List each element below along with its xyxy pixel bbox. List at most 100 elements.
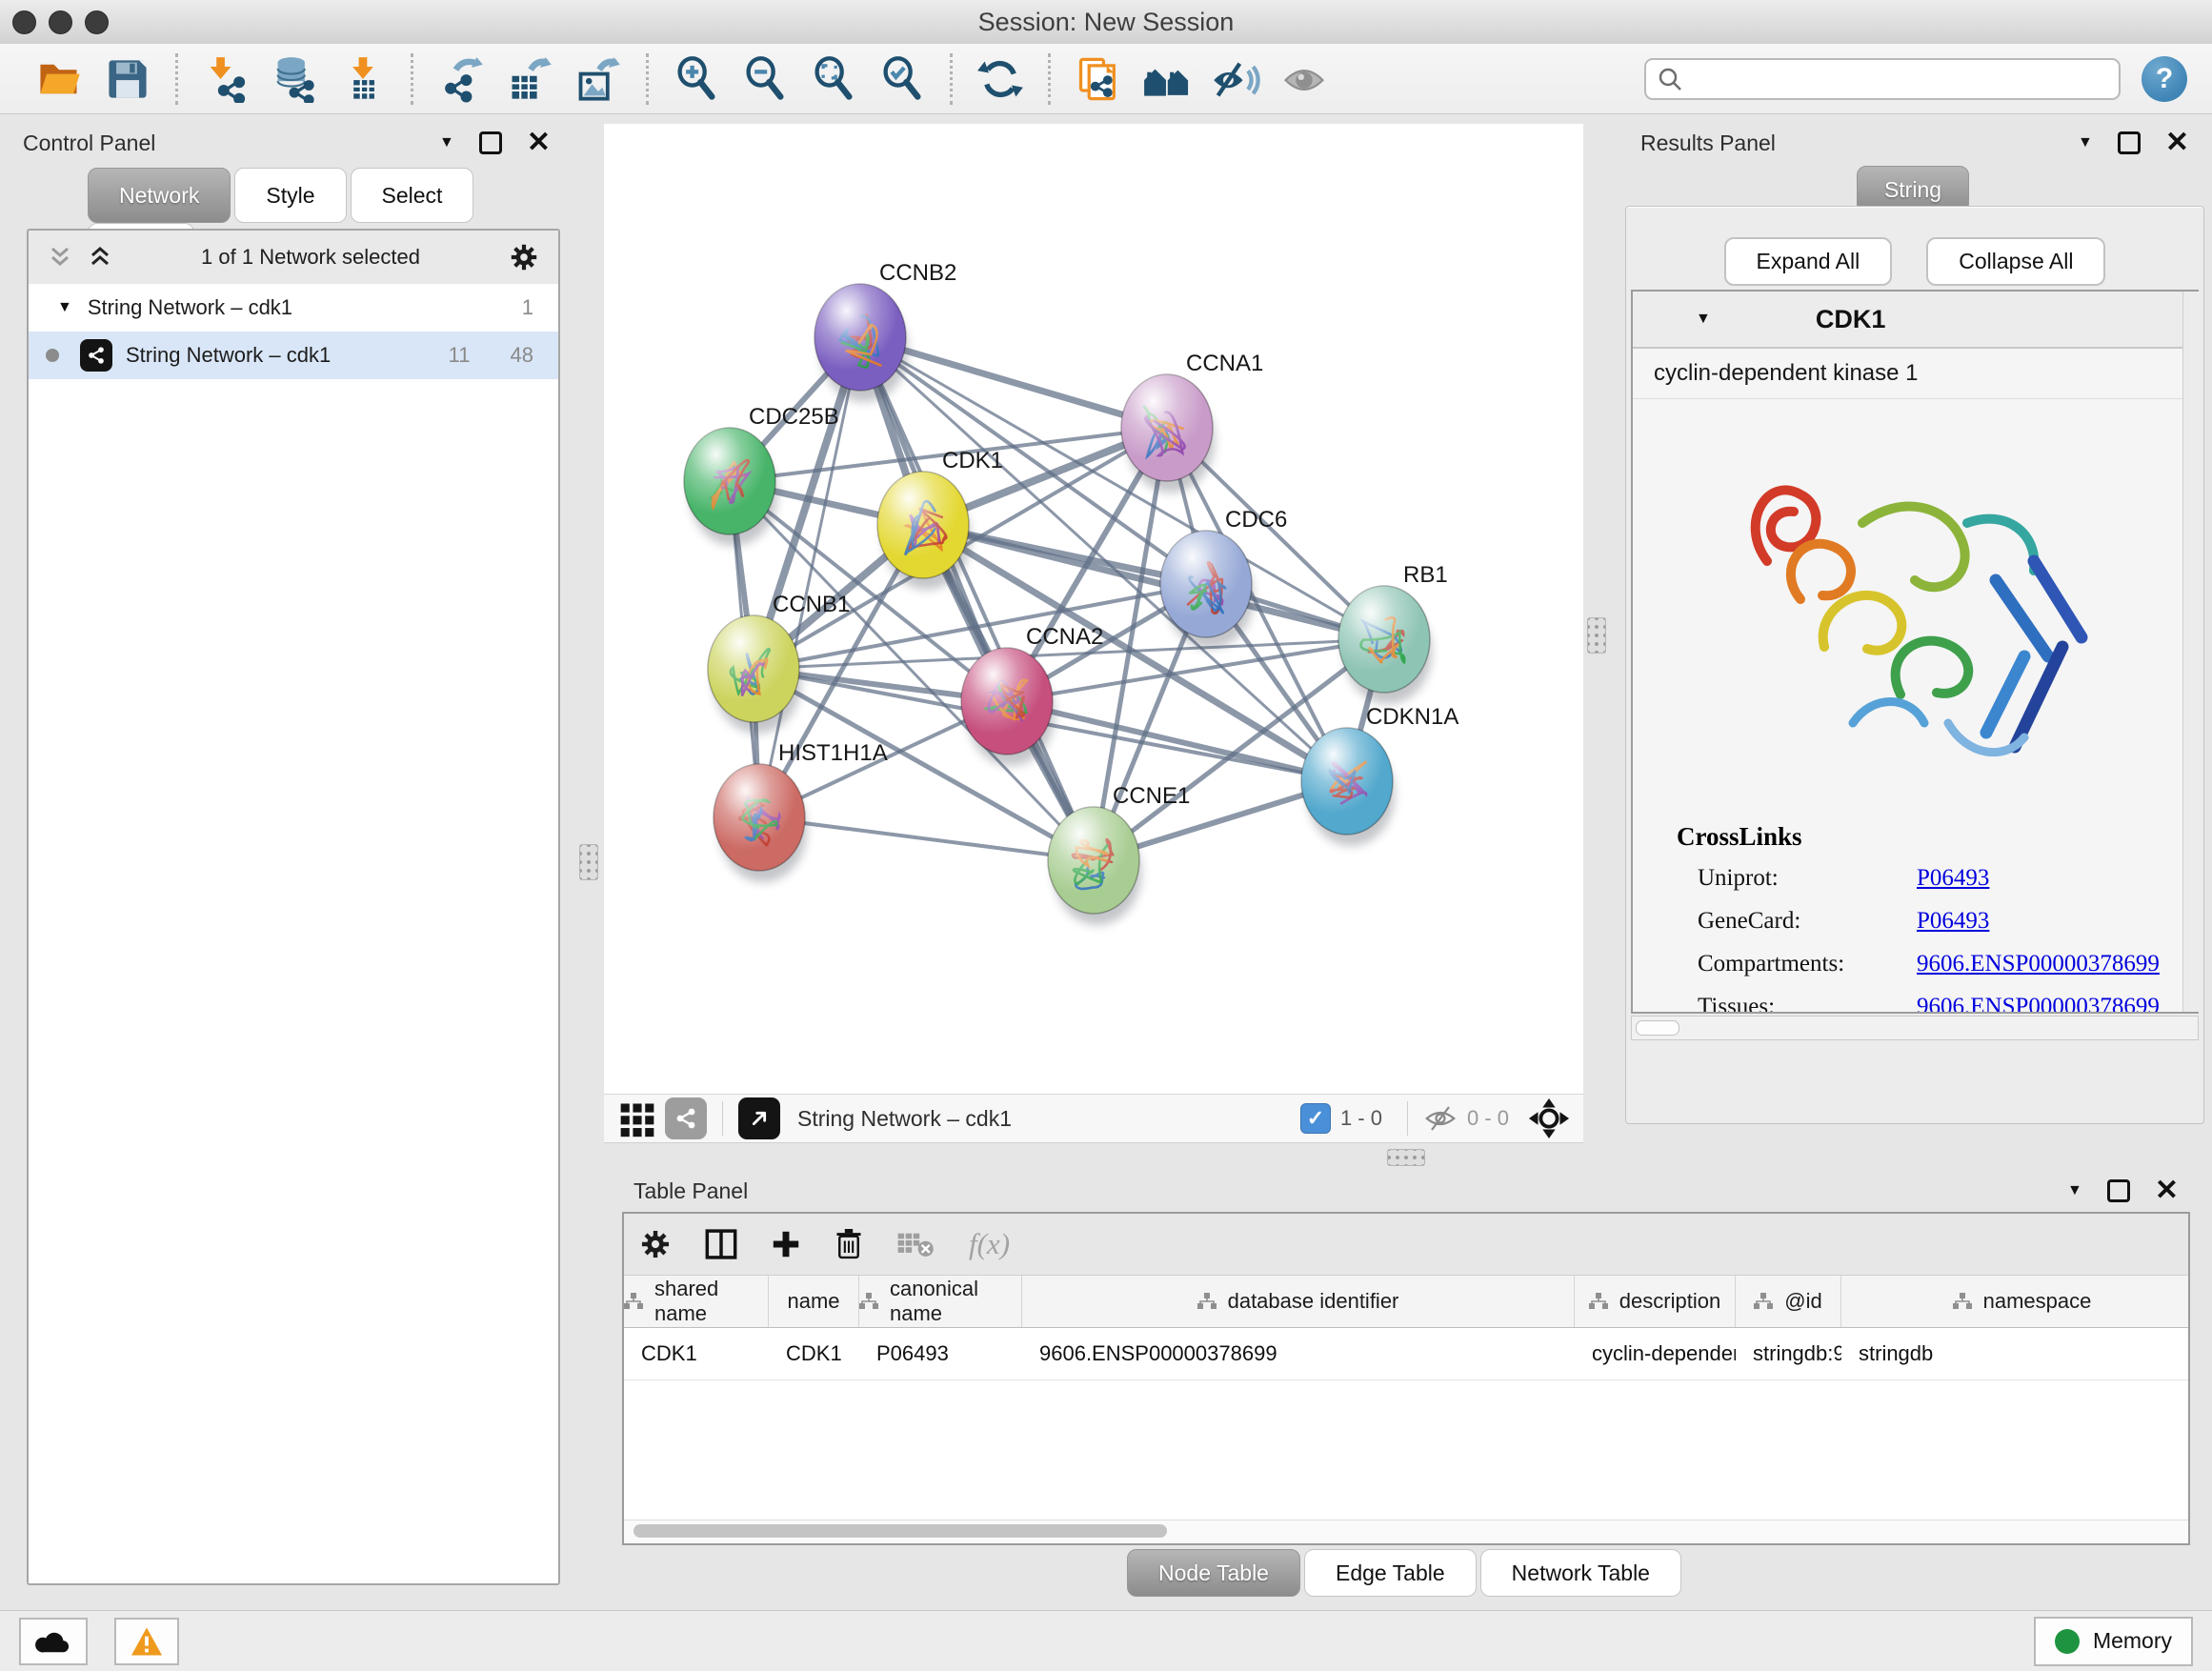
tab-style[interactable]: Style	[234, 168, 346, 223]
table-options-gear-icon[interactable]	[639, 1228, 672, 1260]
control-panel-title: Control Panel	[23, 131, 155, 156]
collapse-all-icon[interactable]	[48, 245, 72, 270]
crosslink-genecard-link[interactable]: P06493	[1917, 908, 1989, 935]
help-button[interactable]: ?	[2142, 56, 2187, 102]
import-network-from-file-icon[interactable]	[200, 53, 251, 105]
clone-network-icon[interactable]	[1073, 53, 1124, 105]
table-cell[interactable]: stringdb:9...	[1736, 1328, 1841, 1379]
export-network-to-file-icon[interactable]	[435, 53, 487, 105]
tab-network-table[interactable]: Network Table	[1480, 1549, 1681, 1597]
network-node-RB1[interactable]: RB1	[1338, 562, 1448, 704]
network-edge-CCNB2-CCNE1[interactable]	[860, 337, 1094, 860]
column-type-icon	[1754, 1293, 1773, 1310]
bottom-splitter-grip[interactable]	[1387, 1149, 1425, 1166]
protein-collapse-icon[interactable]: ▼	[1696, 312, 1711, 327]
network-collection-row[interactable]: ▼ String Network – cdk1 1	[29, 284, 558, 332]
network-options-gear-icon[interactable]	[509, 242, 539, 272]
network-node-CCNA1[interactable]: CCNA1	[1121, 351, 1263, 493]
node-label-HIST1H1A: HIST1H1A	[778, 740, 888, 766]
save-session-icon[interactable]	[102, 53, 153, 105]
float-results-icon[interactable]	[2118, 131, 2141, 154]
network-edge-HIST1H1A-CCNE1[interactable]	[759, 817, 1094, 860]
crosslink-row: Compartments:9606.ENSP00000378699	[1677, 951, 2197, 977]
import-table-from-file-icon[interactable]	[337, 53, 389, 105]
column-type-icon	[1589, 1293, 1608, 1310]
selected-checkbox-icon[interactable]: ✓	[1300, 1103, 1331, 1134]
collapse-all-button[interactable]: Collapse All	[1926, 237, 2105, 286]
open-session-icon[interactable]	[33, 53, 85, 105]
column-header-name[interactable]: name	[769, 1276, 859, 1327]
network-node-HIST1H1A[interactable]: HIST1H1A	[714, 740, 888, 882]
zoom-out-icon[interactable]	[739, 53, 791, 105]
table-cell[interactable]: CDK1	[624, 1328, 769, 1379]
results-vertical-scrollbar[interactable]	[2182, 292, 2199, 1012]
delete-column-icon[interactable]	[834, 1227, 864, 1261]
protein-section-header[interactable]: ▼ CDK1	[1633, 292, 2197, 349]
hide-selected-icon[interactable]	[1210, 53, 1261, 105]
warnings-button[interactable]	[114, 1618, 179, 1665]
export-image-icon[interactable]	[573, 53, 624, 105]
left-splitter-grip[interactable]	[579, 844, 598, 880]
collapse-results-icon[interactable]: ▼	[2078, 135, 2093, 151]
tab-network[interactable]: Network	[88, 168, 231, 223]
column-header-description[interactable]: description	[1575, 1276, 1736, 1327]
table-horizontal-scrollbar[interactable]	[624, 1520, 2188, 1543]
fit-content-icon[interactable]	[808, 53, 859, 105]
network-node-CDK1[interactable]: CDK1	[877, 448, 1003, 590]
results-horizontal-scrollbar[interactable]	[1631, 1016, 2199, 1040]
tab-select[interactable]: Select	[351, 168, 474, 223]
table-row[interactable]: CDK1CDK1P064939606.ENSP00000378699cyclin…	[624, 1328, 2188, 1380]
collapse-table-icon[interactable]: ▼	[2067, 1183, 2082, 1198]
network-view[interactable]: CCNB2CCNA1CDC25BCDK1CDC6RB1CCNB1CCNA2CDK…	[604, 124, 1583, 1094]
column-header-shared-name[interactable]: shared name	[624, 1276, 769, 1327]
collapse-panel-icon[interactable]: ▼	[439, 135, 454, 151]
network-node-CDKN1A[interactable]: CDKN1A	[1301, 704, 1458, 846]
add-column-icon[interactable]	[771, 1229, 801, 1259]
close-table-icon[interactable]: ✕	[2155, 1179, 2179, 1202]
close-panel-icon[interactable]: ✕	[527, 131, 551, 154]
crosslink-tissues-link[interactable]: 9606.ENSP00000378699	[1917, 994, 2160, 1014]
right-splitter-grip[interactable]	[1587, 617, 1606, 654]
import-network-from-database-icon[interactable]	[269, 53, 320, 105]
tab-node-table[interactable]: Node Table	[1127, 1549, 1300, 1597]
close-results-icon[interactable]: ✕	[2165, 131, 2189, 154]
zoom-selected-icon[interactable]	[876, 53, 928, 105]
column-header--id[interactable]: @id	[1736, 1276, 1841, 1327]
collection-expand-icon[interactable]: ▼	[57, 300, 72, 315]
expand-all-button[interactable]: Expand All	[1724, 237, 1893, 286]
table-cell[interactable]: CDK1	[769, 1328, 859, 1379]
export-table-to-file-icon[interactable]	[504, 53, 555, 105]
table-cell[interactable]: P06493	[859, 1328, 1022, 1379]
show-all-networks-icon[interactable]	[1141, 53, 1193, 105]
zoom-in-icon[interactable]	[671, 53, 722, 105]
cloud-button[interactable]	[19, 1618, 88, 1665]
network-row[interactable]: String Network – cdk1 11 48	[29, 332, 558, 379]
table-cell[interactable]: cyclin-dependent ...	[1575, 1328, 1736, 1379]
collection-count: 1	[522, 295, 533, 320]
column-header-namespace[interactable]: namespace	[1841, 1276, 2190, 1327]
detach-view-icon[interactable]	[738, 1097, 780, 1139]
crosslink-compartments-link[interactable]: 9606.ENSP00000378699	[1917, 951, 2160, 977]
column-header-canonical-name[interactable]: canonical name	[859, 1276, 1022, 1327]
memory-button[interactable]: Memory	[2034, 1617, 2193, 1666]
show-hidden-icon[interactable]	[1278, 53, 1330, 105]
crosslink-uniprot-link[interactable]: P06493	[1917, 865, 1989, 892]
float-table-icon[interactable]	[2107, 1179, 2130, 1202]
search-input[interactable]	[1692, 66, 2107, 92]
table-cell[interactable]: 9606.ENSP00000378699	[1022, 1328, 1575, 1379]
tab-edge-table[interactable]: Edge Table	[1304, 1549, 1477, 1597]
warning-icon	[130, 1626, 164, 1657]
column-header-database-identifier[interactable]: database identifier	[1022, 1276, 1575, 1327]
cloud-icon	[34, 1627, 72, 1656]
float-panel-icon[interactable]	[479, 131, 502, 154]
string-view-toggle-icon[interactable]	[665, 1097, 707, 1139]
network-edge-CDK1-RB1[interactable]	[923, 525, 1384, 639]
birds-eye-toggle-icon[interactable]	[1528, 1097, 1570, 1139]
expand-all-icon[interactable]	[88, 245, 112, 270]
grid-view-icon[interactable]	[617, 1098, 657, 1138]
refresh-view-icon[interactable]	[975, 53, 1026, 105]
results-panel: Results Panel ▼ ✕ String Expand All Coll…	[1623, 122, 2206, 1124]
table-cell[interactable]: stringdb	[1841, 1328, 2190, 1379]
scrollbar-thumb[interactable]	[633, 1524, 1167, 1538]
show-columns-icon[interactable]	[704, 1228, 738, 1260]
